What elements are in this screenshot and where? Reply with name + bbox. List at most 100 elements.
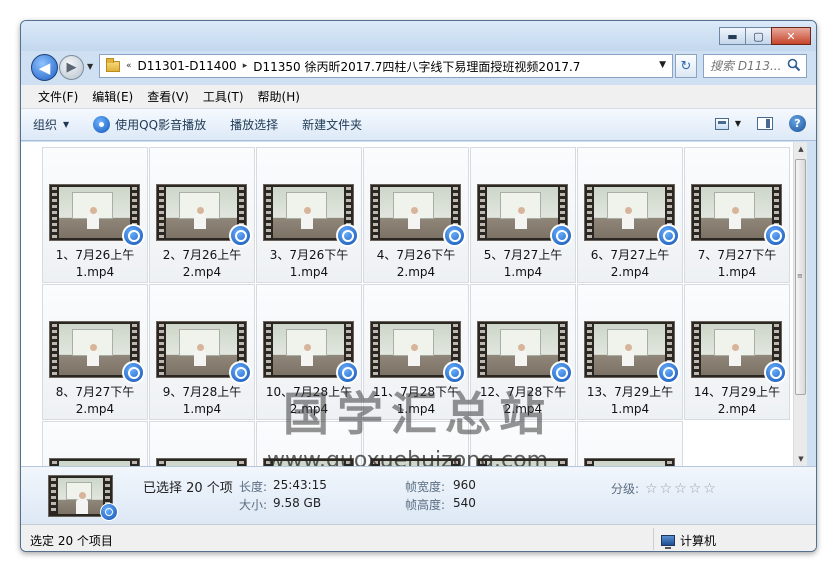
file-tile[interactable]: 6、7月27上午 2.mp4 <box>577 147 683 283</box>
navigation-row: ◀ ▶ ▼ « D11301-D11400 ▸ D11350 徐丙昕2017.7… <box>21 49 816 83</box>
file-name: 8、7月27下午 2.mp4 <box>45 384 145 418</box>
file-tile[interactable] <box>149 421 255 466</box>
qq-player-icon <box>764 224 787 247</box>
file-name: 7、7月27下午 1.mp4 <box>687 247 787 281</box>
menu-view[interactable]: 查看(V) <box>140 88 196 105</box>
maximize-button[interactable]: ▢ <box>745 27 772 45</box>
file-list-pane[interactable]: 1、7月26上午 1.mp4 2、7月26上午 2.mp4 3、7月26下午 1.mp4 4… <box>21 142 807 466</box>
video-frame <box>380 187 451 238</box>
breadcrumb-separator[interactable]: ▸ <box>241 61 250 71</box>
video-frame <box>59 187 130 238</box>
film-sprocket <box>52 324 57 375</box>
breadcrumb-parent[interactable]: D11301-D11400 <box>134 59 241 73</box>
search-box[interactable] <box>703 54 807 78</box>
qq-player-icon <box>443 224 466 247</box>
status-bar: 选定 20 个项目 计算机 <box>21 524 816 551</box>
frame-width-value: 960 <box>453 478 476 492</box>
search-input[interactable] <box>710 59 786 73</box>
menu-help[interactable]: 帮助(H) <box>251 88 307 105</box>
file-name-line1: 5、7月27上午 <box>483 248 563 262</box>
preview-pane-icon[interactable] <box>757 117 773 130</box>
qq-player-icon <box>229 224 252 247</box>
file-name-line1: 13、7月29上午 <box>586 385 674 399</box>
play-with-qq-label: 使用QQ影音播放 <box>115 118 207 132</box>
qq-player-icon <box>122 224 145 247</box>
back-button[interactable]: ◀ <box>31 54 58 81</box>
frame-width-label: 帧宽度: <box>405 480 446 494</box>
film-sprocket <box>51 478 56 514</box>
command-bar: 组织 ▼ 使用QQ影音播放 播放选择 新建文件夹 ▼ ? <box>21 109 816 141</box>
menu-file[interactable]: 文件(F) <box>31 88 85 105</box>
address-dropdown-icon[interactable]: ▼ <box>659 60 666 70</box>
video-frame <box>594 187 665 238</box>
search-icon[interactable] <box>787 58 801 72</box>
help-icon[interactable]: ? <box>789 115 806 132</box>
toolbar-right: ▼ ? <box>714 115 806 132</box>
status-divider <box>653 528 654 550</box>
video-frame <box>701 324 772 375</box>
file-tile[interactable]: 1、7月26上午 1.mp4 <box>42 147 148 283</box>
close-button[interactable]: ✕ <box>771 27 811 45</box>
vertical-scrollbar[interactable]: ▲ ≡ ▼ <box>793 142 807 466</box>
file-name-line2: 1.mp4 <box>610 402 650 416</box>
star-icon[interactable]: ☆ <box>689 481 702 497</box>
video-frame <box>701 187 772 238</box>
play-selection-label: 播放选择 <box>230 118 279 132</box>
video-frame <box>166 324 237 375</box>
film-sprocket <box>480 324 485 375</box>
scroll-down-button[interactable]: ▼ <box>794 452 808 466</box>
file-tile[interactable]: 2、7月26上午 2.mp4 <box>149 147 255 283</box>
breadcrumb-overflow[interactable]: « <box>124 61 134 71</box>
play-with-qq-button[interactable]: 使用QQ影音播放 <box>81 116 218 133</box>
file-tile[interactable]: 14、7月29上午 2.mp4 <box>684 284 790 420</box>
video-frame <box>380 324 451 375</box>
file-tile[interactable]: 8、7月27下午 2.mp4 <box>42 284 148 420</box>
qq-player-icon <box>550 361 573 384</box>
qq-player-icon <box>229 361 252 384</box>
change-view-button[interactable]: ▼ <box>714 117 741 130</box>
video-frame <box>594 324 665 375</box>
scroll-up-button[interactable]: ▲ <box>794 142 808 156</box>
new-folder-button[interactable]: 新建文件夹 <box>290 116 374 133</box>
file-tile[interactable]: 9、7月28上午 1.mp4 <box>149 284 255 420</box>
film-sprocket <box>373 187 378 238</box>
forward-button[interactable]: ▶ <box>59 55 84 80</box>
play-selection-button[interactable]: 播放选择 <box>218 116 290 133</box>
film-sprocket <box>480 187 485 238</box>
menu-tools[interactable]: 工具(T) <box>196 88 251 105</box>
file-tile[interactable] <box>42 421 148 466</box>
menu-edit[interactable]: 编辑(E) <box>85 88 140 105</box>
folder-icon <box>106 57 120 72</box>
file-tile[interactable]: 4、7月26下午 2.mp4 <box>363 147 469 283</box>
star-icon[interactable]: ☆ <box>674 481 687 497</box>
chevron-down-icon: ▼ <box>63 120 70 129</box>
video-thumbnail <box>156 458 247 466</box>
size-value: 9.58 GB <box>273 496 322 510</box>
organize-button[interactable]: 组织 ▼ <box>21 116 81 133</box>
file-name-line2: 1.mp4 <box>503 265 543 279</box>
file-name-line1: 7、7月27下午 <box>697 248 777 262</box>
title-bar: ▬ ▢ ✕ <box>21 21 816 51</box>
file-name-line2: 2.mp4 <box>396 265 436 279</box>
breadcrumb-current[interactable]: D11350 徐丙昕2017.7四柱八字线下易理面授班视频2017.7 <box>249 58 584 75</box>
file-name-line1: 14、7月29上午 <box>693 385 781 399</box>
file-tile[interactable]: 13、7月29上午 1.mp4 <box>577 284 683 420</box>
minimize-button[interactable]: ▬ <box>719 27 746 45</box>
file-tile[interactable]: 7、7月27下午 1.mp4 <box>684 147 790 283</box>
qq-player-icon <box>100 503 118 521</box>
status-location-label: 计算机 <box>680 534 717 548</box>
refresh-button[interactable]: ↻ <box>675 54 697 78</box>
file-tile[interactable]: 5、7月27上午 1.mp4 <box>470 147 576 283</box>
star-icon[interactable]: ☆ <box>645 481 658 497</box>
star-icon[interactable]: ☆ <box>660 481 673 497</box>
file-tile[interactable]: 3、7月26下午 1.mp4 <box>256 147 362 283</box>
star-icon[interactable]: ☆ <box>703 481 716 497</box>
file-name-line1: 2、7月26上午 <box>162 248 242 262</box>
recent-pages-dropdown[interactable]: ▼ <box>87 62 93 71</box>
file-tile[interactable] <box>577 421 683 466</box>
rating-control[interactable]: 分级: ☆ ☆ ☆ ☆ ☆ <box>611 480 716 497</box>
qq-player-icon <box>764 361 787 384</box>
address-bar[interactable]: « D11301-D11400 ▸ D11350 徐丙昕2017.7四柱八字线下… <box>99 54 673 78</box>
video-frame <box>58 478 103 515</box>
file-name-line1: 8、7月27下午 <box>55 385 135 399</box>
